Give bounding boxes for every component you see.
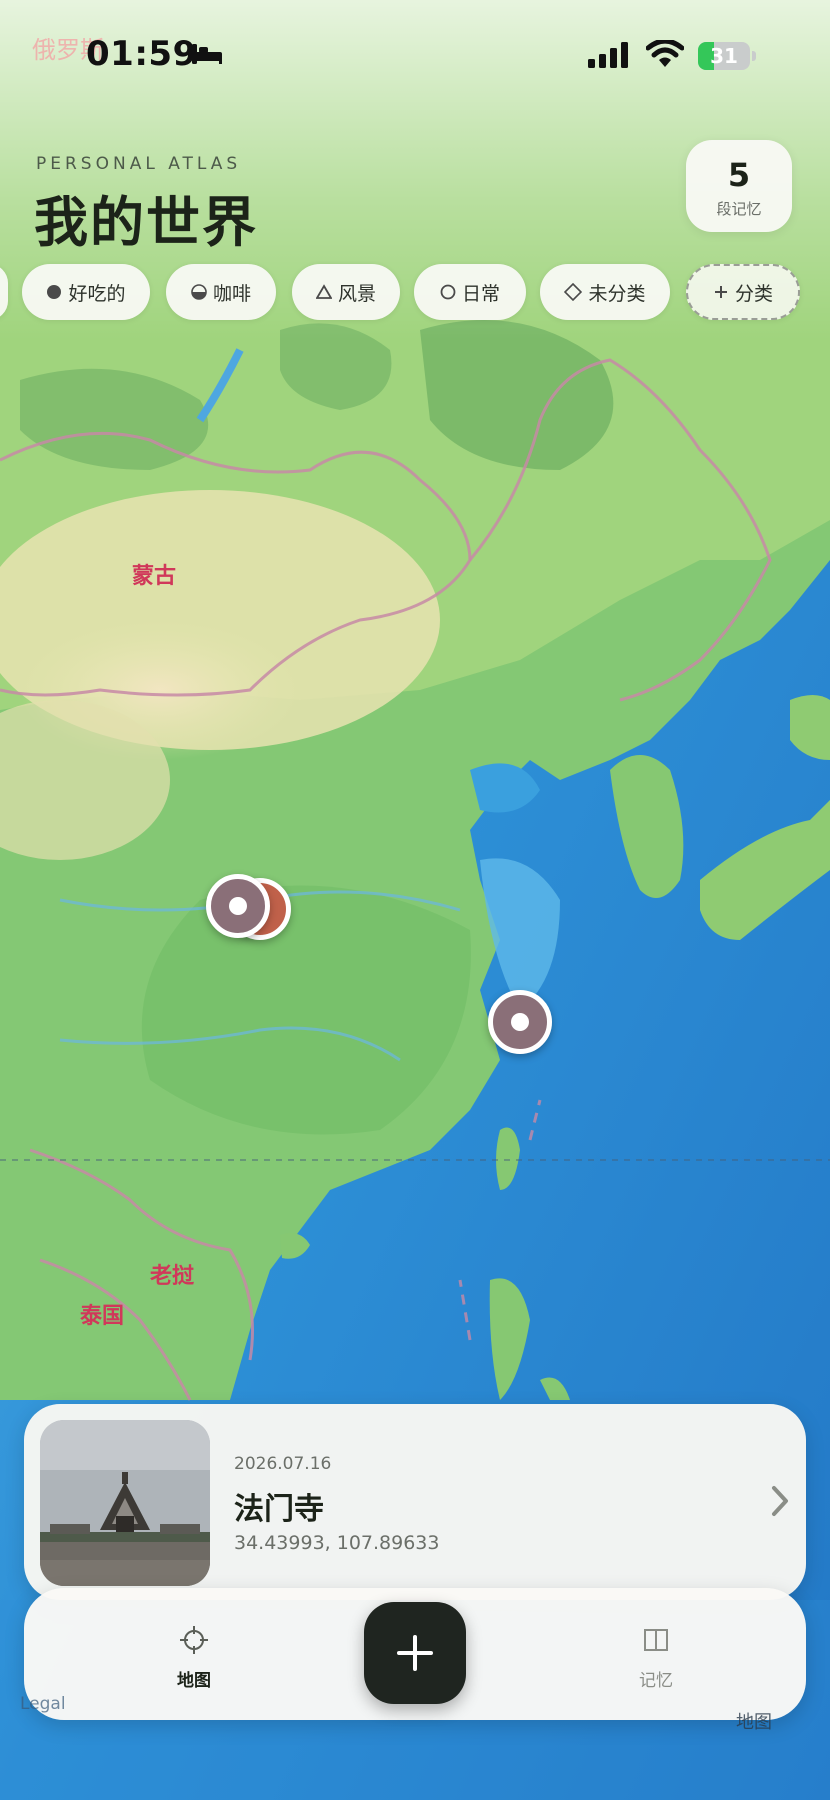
- bed-icon: [192, 44, 222, 64]
- half-circle-icon: [191, 284, 207, 300]
- category-chip-daily[interactable]: 日常: [414, 264, 526, 320]
- signal-icon: [588, 42, 628, 68]
- status-bar: 俄罗斯 01:59 31: [0, 0, 830, 110]
- category-chip-coffee[interactable]: 咖啡: [166, 264, 276, 320]
- map-legal-link[interactable]: Legal: [20, 1694, 66, 1714]
- category-chip-uncategorized[interactable]: 未分类: [540, 264, 670, 320]
- map-attribution: 地图: [736, 1712, 772, 1733]
- tab-map[interactable]: 地图: [134, 1624, 254, 1691]
- plus-icon: [397, 1635, 433, 1671]
- category-chip-scenery[interactable]: 风景: [292, 264, 400, 320]
- header-eyebrow: PERSONAL ATLAS: [36, 154, 242, 174]
- memory-count: 5: [727, 156, 751, 194]
- circle-icon: [440, 284, 456, 300]
- memory-pin-front[interactable]: [206, 874, 270, 938]
- category-chip-label: 未分类: [588, 282, 646, 305]
- memory-title: 法门寺: [234, 1492, 324, 1527]
- tab-map-label: 地图: [177, 1671, 211, 1691]
- category-chip-label: 分类: [734, 282, 773, 305]
- category-chip-label: 风景: [337, 282, 376, 305]
- memory-coordinates: 34.43993, 107.89633: [234, 1532, 440, 1554]
- map-pin-icon: [511, 1013, 529, 1031]
- memory-count-label: 段记忆: [716, 200, 762, 218]
- battery-level: 31: [710, 44, 738, 68]
- memory-preview-card[interactable]: 2026.07.16 法门寺 34.43993, 107.89633: [24, 1404, 806, 1600]
- memory-photo: [40, 1420, 210, 1586]
- memory-pin-east[interactable]: [488, 990, 552, 1054]
- add-category-button[interactable]: 分类: [686, 264, 800, 320]
- category-chip-food[interactable]: 好吃的: [22, 264, 150, 320]
- battery-icon: 31: [698, 42, 756, 70]
- crosshair-icon: [180, 1626, 208, 1654]
- map-label-mongolia: 蒙古: [132, 563, 176, 589]
- chip-leftmost-partial[interactable]: [0, 264, 8, 320]
- map-label-laos: 老挝: [149, 1264, 195, 1289]
- filled-circle-icon: [46, 284, 62, 300]
- add-memory-button[interactable]: [364, 1602, 466, 1704]
- category-chip-label: 好吃的: [68, 282, 126, 305]
- wifi-icon: [646, 40, 684, 67]
- tab-memory-label: 记忆: [639, 1671, 673, 1691]
- category-chip-label: 日常: [461, 282, 500, 305]
- page-title: 我的世界: [34, 191, 258, 254]
- plus-icon: [713, 284, 729, 300]
- triangle-icon: [315, 284, 332, 300]
- status-time: 01:59: [86, 34, 197, 74]
- diamond-icon: [564, 283, 583, 301]
- chevron-right-icon[interactable]: [770, 1484, 790, 1518]
- map-pin-icon: [229, 897, 247, 915]
- map-label-thailand: 泰国: [79, 1304, 124, 1329]
- book-icon: [644, 1629, 668, 1651]
- memory-count-card[interactable]: 5 段记忆: [686, 140, 792, 232]
- category-chip-label: 咖啡: [212, 282, 251, 305]
- category-filter-bar: 好吃的 咖啡 风景 日常 未分类 分类: [0, 264, 830, 320]
- memory-date: 2026.07.16: [234, 1454, 332, 1474]
- tab-memory[interactable]: 记忆: [596, 1624, 716, 1691]
